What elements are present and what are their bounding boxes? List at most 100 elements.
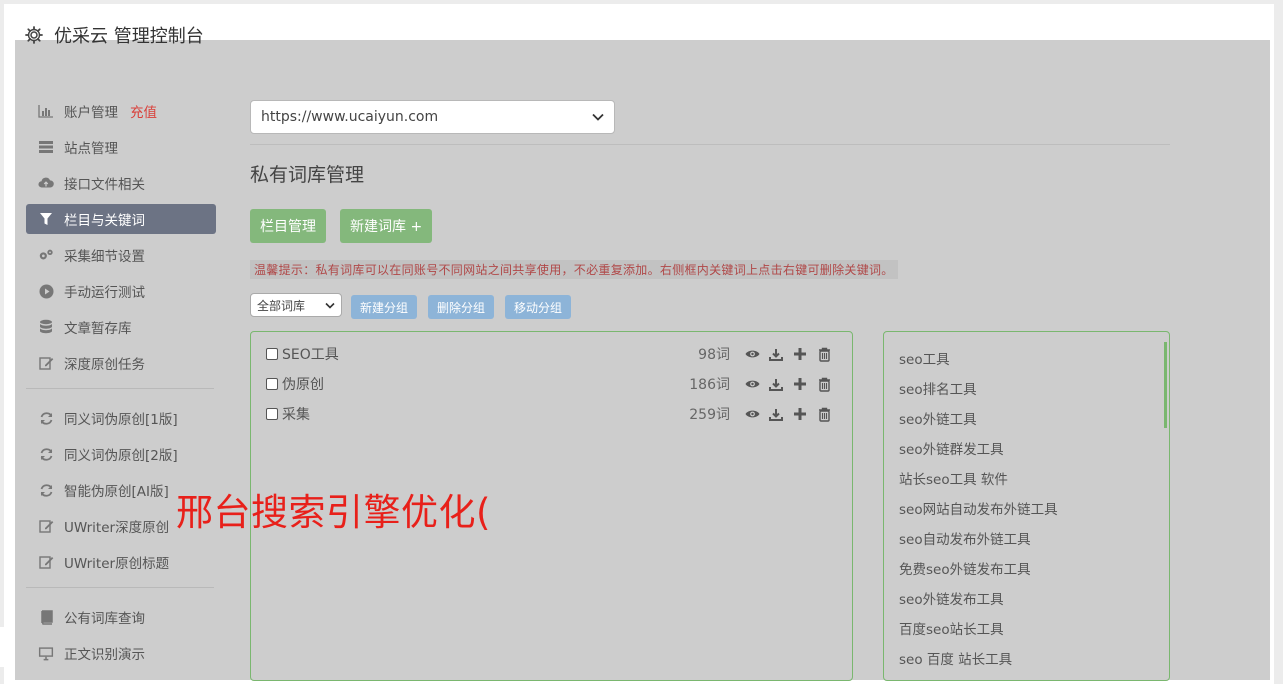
lexicon-checkbox[interactable]: [266, 408, 278, 420]
site-select-value: https://www.ucaiyun.com: [261, 109, 439, 125]
trash-icon[interactable]: [812, 347, 836, 362]
gear-icon: [24, 25, 44, 45]
download-icon[interactable]: [764, 348, 788, 361]
sidebar-item-account[interactable]: 账户管理 充值: [26, 96, 216, 126]
sidebar: 账户管理 充值 站点管理 接口文件相关 栏目与关键词 采集细节设置 手动运行测试…: [26, 96, 216, 674]
lexicon-name[interactable]: 伪原创: [282, 374, 680, 394]
lexicon-count: 186词: [689, 377, 730, 393]
edit-icon: [38, 355, 54, 371]
server-icon: [38, 139, 54, 155]
plus-icon[interactable]: [788, 347, 812, 361]
sidebar-item-label: 文章暂存库: [64, 321, 132, 337]
divider: [250, 144, 1170, 145]
lexicon-checkbox[interactable]: [266, 378, 278, 390]
database-icon: [38, 319, 54, 335]
sidebar-divider: [26, 587, 214, 588]
play-circle-icon: [38, 283, 54, 299]
app-header: 优采云 管理控制台: [24, 20, 204, 50]
keyword-item[interactable]: seo外链发布工具: [899, 588, 1004, 608]
sidebar-item-label: UWriter原创标题: [64, 556, 170, 572]
list-item: 伪原创 186词: [266, 374, 836, 394]
sidebar-item-sites[interactable]: 站点管理: [26, 132, 216, 162]
sidebar-item-api-files[interactable]: 接口文件相关: [26, 168, 216, 198]
download-icon[interactable]: [764, 378, 788, 391]
chevron-down-icon: [592, 109, 604, 125]
edit-icon: [38, 518, 54, 534]
sidebar-item-label: 智能伪原创[AI版]: [64, 484, 169, 500]
site-select[interactable]: https://www.ucaiyun.com: [250, 100, 615, 134]
cogs-icon: [38, 247, 54, 263]
sidebar-item-label: 账户管理: [64, 105, 118, 121]
tip-text: 温馨提示：私有词库可以在同账号不同网站之间共享使用，不必重复添加。右侧框内关键词…: [250, 260, 898, 279]
keyword-list-panel: seo工具 seo排名工具 seo外链工具 seo外链群发工具 站长seo工具 …: [883, 331, 1170, 681]
recharge-link[interactable]: 充值: [130, 101, 157, 121]
sidebar-item-label: 同义词伪原创[1版]: [64, 412, 178, 428]
sidebar-item-uwriter-title[interactable]: UWriter原创标题: [26, 547, 216, 577]
lexicon-name[interactable]: 采集: [282, 404, 680, 424]
keyword-item[interactable]: seo外链群发工具: [899, 438, 1004, 458]
new-lexicon-button[interactable]: 新建词库 +: [340, 209, 433, 243]
download-icon[interactable]: [764, 408, 788, 421]
sidebar-item-deep-original[interactable]: 深度原创任务: [26, 348, 216, 378]
trash-icon[interactable]: [812, 377, 836, 392]
keyword-item[interactable]: seo工具: [899, 348, 950, 368]
lexicon-checkbox[interactable]: [266, 348, 278, 360]
lexicon-count: 98词: [698, 347, 730, 363]
sidebar-item-columns-keywords[interactable]: 栏目与关键词: [26, 204, 216, 234]
sidebar-item-synonym-v1[interactable]: 同义词伪原创[1版]: [26, 403, 216, 433]
new-group-button[interactable]: 新建分组: [351, 295, 418, 319]
app-title: 优采云 管理控制台: [54, 26, 204, 47]
keyword-item[interactable]: seo外链工具: [899, 408, 977, 428]
overlay-caption: 邢台搜索引擎优化(: [176, 491, 491, 534]
sidebar-item-label: 公有词库查询: [64, 611, 145, 627]
group-select-value: 全部词库: [257, 298, 306, 313]
book-icon: [38, 609, 54, 625]
delete-group-button[interactable]: 删除分组: [428, 295, 495, 319]
eye-icon[interactable]: [740, 409, 764, 419]
sidebar-item-label: 同义词伪原创[2版]: [64, 448, 178, 464]
sidebar-item-public-lexicon[interactable]: 公有词库查询: [26, 602, 216, 632]
keyword-item[interactable]: 站长seo工具 软件: [899, 468, 1008, 488]
sidebar-divider: [26, 388, 214, 389]
sidebar-item-label: 栏目与关键词: [64, 213, 145, 229]
keyword-item[interactable]: seo排名工具: [899, 378, 977, 398]
eye-icon[interactable]: [740, 349, 764, 359]
sidebar-item-manual-run[interactable]: 手动运行测试: [26, 276, 216, 306]
refresh-icon: [38, 410, 54, 426]
sidebar-item-collect-settings[interactable]: 采集细节设置: [26, 240, 216, 270]
plus-icon[interactable]: [788, 407, 812, 421]
keyword-item[interactable]: seo自动发布外链工具: [899, 528, 1031, 548]
group-select[interactable]: 全部词库: [250, 293, 342, 317]
trash-icon[interactable]: [812, 407, 836, 422]
sidebar-item-label: 站点管理: [64, 141, 118, 157]
keyword-scrollbar[interactable]: [1164, 342, 1167, 428]
keyword-item[interactable]: 免费seo外链发布工具: [899, 558, 1031, 578]
column-manage-button[interactable]: 栏目管理: [250, 209, 326, 243]
sidebar-item-label: 接口文件相关: [64, 177, 145, 193]
sidebar-item-text-recognition[interactable]: 正文识别演示: [26, 638, 216, 668]
move-group-button[interactable]: 移动分组: [505, 295, 572, 319]
sidebar-item-label: UWriter深度原创: [64, 520, 170, 536]
page-gutter: [0, 627, 15, 667]
list-item: 采集 259词: [266, 404, 836, 424]
cloud-upload-icon: [38, 175, 54, 191]
refresh-icon: [38, 446, 54, 462]
keyword-item[interactable]: seo网站自动发布外链工具: [899, 498, 1058, 518]
lexicon-count: 259词: [689, 407, 730, 423]
sidebar-item-label: 采集细节设置: [64, 249, 145, 265]
eye-icon[interactable]: [740, 379, 764, 389]
refresh-icon: [38, 482, 54, 498]
edit-icon: [38, 554, 54, 570]
sidebar-item-article-storage[interactable]: 文章暂存库: [26, 312, 216, 342]
plus-icon[interactable]: [788, 377, 812, 391]
bar-chart-icon: [38, 103, 54, 119]
list-item: SEO工具 98词: [266, 344, 836, 364]
chevron-down-icon: [325, 298, 335, 312]
monitor-icon: [38, 645, 54, 661]
sidebar-item-label: 深度原创任务: [64, 357, 145, 373]
keyword-item[interactable]: seo 百度 站长工具: [899, 648, 1012, 668]
sidebar-item-synonym-v2[interactable]: 同义词伪原创[2版]: [26, 439, 216, 469]
lexicon-name[interactable]: SEO工具: [282, 344, 680, 364]
keyword-item[interactable]: 百度seo站长工具: [899, 618, 1004, 638]
page-title: 私有词库管理: [250, 164, 365, 186]
